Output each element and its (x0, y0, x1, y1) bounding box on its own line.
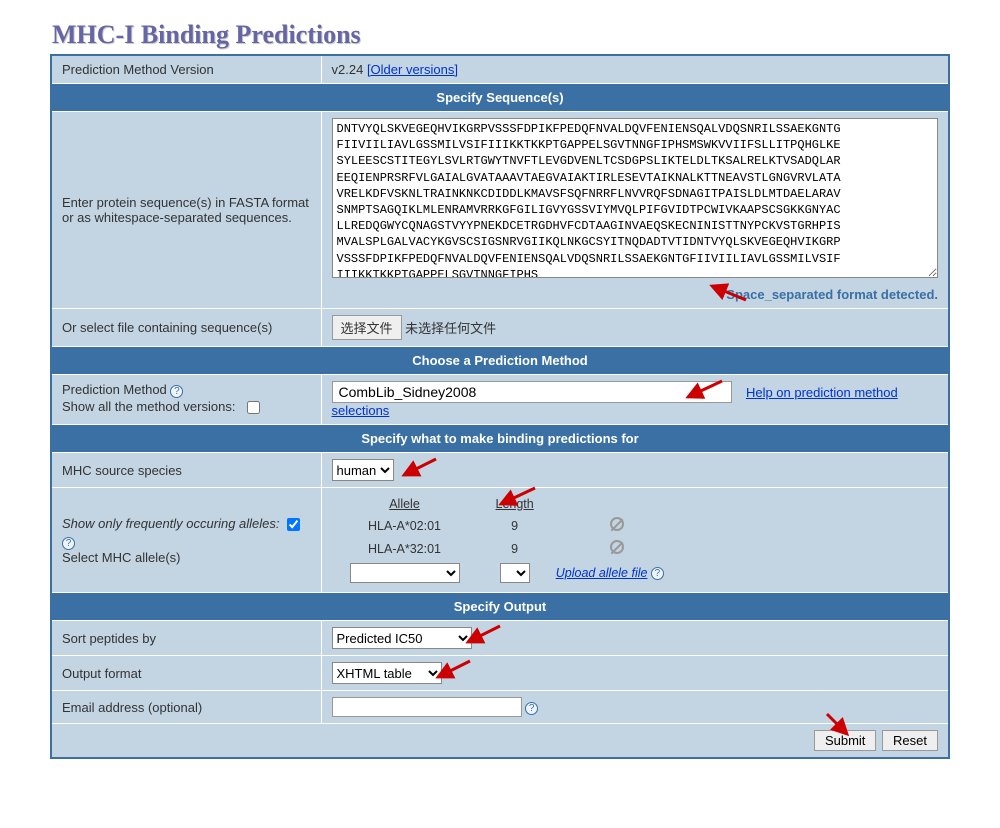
red-arrow-icon (708, 282, 748, 302)
format-row: Output format XHTML table (51, 656, 949, 691)
sequence-textarea[interactable] (332, 118, 939, 278)
section-method: Choose a Prediction Method (51, 347, 949, 375)
remove-icon[interactable] (610, 517, 624, 531)
email-cell: ? (321, 691, 949, 724)
sequence-input-row: Enter protein sequence(s) in FASTA forma… (51, 112, 949, 309)
file-choose-button[interactable]: 选择文件 (332, 315, 402, 340)
show-versions-checkbox[interactable] (247, 401, 260, 414)
page-title: MHC-I Binding Predictions (52, 20, 950, 50)
section-output-label: Specify Output (51, 593, 949, 621)
allele-add-select[interactable] (350, 563, 460, 583)
format-cell: XHTML table (321, 656, 949, 691)
allele-row: Show only frequently occuring alleles: ?… (51, 488, 949, 593)
red-arrow-icon (400, 457, 438, 479)
email-row: Email address (optional) ? (51, 691, 949, 724)
method-label: Prediction Method (62, 382, 167, 397)
buttons-row: Submit Reset (51, 724, 949, 759)
version-value: v2.24 (332, 62, 364, 77)
format-detected-message: Space_separated format detected. (332, 281, 939, 302)
main-form-table: Prediction Method Version v2.24 [Older v… (50, 54, 950, 759)
help-icon[interactable]: ? (651, 567, 664, 580)
section-binding-label: Specify what to make binding predictions… (51, 425, 949, 453)
show-versions-label: Show all the method versions: (62, 398, 235, 413)
section-output: Specify Output (51, 593, 949, 621)
select-allele-label: Select MHC allele(s) (62, 550, 180, 565)
method-row: Prediction Method ? Show all the method … (51, 375, 949, 425)
sequence-label: Enter protein sequence(s) in FASTA forma… (51, 112, 321, 309)
section-sequences: Specify Sequence(s) (51, 84, 949, 112)
file-select-row: Or select file containing sequence(s) 选择… (51, 309, 949, 347)
format-label: Output format (51, 656, 321, 691)
sort-label: Sort peptides by (51, 621, 321, 656)
allele-data-row: HLA-A*32:01 9 (332, 537, 682, 560)
section-method-label: Choose a Prediction Method (51, 347, 949, 375)
section-sequences-label: Specify Sequence(s) (51, 84, 949, 112)
red-arrow-icon (497, 486, 537, 508)
length-cell: 9 (478, 514, 552, 537)
sort-cell: Predicted IC50 (321, 621, 949, 656)
freq-allele-label: Show only frequently occuring alleles: (62, 516, 280, 531)
help-icon[interactable]: ? (62, 537, 75, 550)
reset-button[interactable]: Reset (882, 730, 938, 751)
sort-select[interactable]: Predicted IC50 (332, 627, 472, 649)
section-binding: Specify what to make binding predictions… (51, 425, 949, 453)
method-label-cell: Prediction Method ? Show all the method … (51, 375, 321, 425)
email-input[interactable] (332, 697, 522, 717)
species-select[interactable]: human (332, 459, 394, 481)
email-label: Email address (optional) (51, 691, 321, 724)
file-select-label: Or select file containing sequence(s) (51, 309, 321, 347)
upload-allele-link[interactable]: Upload allele file (556, 566, 648, 580)
method-value-cell: Help on prediction method selections (321, 375, 949, 425)
freq-allele-checkbox[interactable] (287, 518, 300, 531)
sequence-input-cell: Space_separated format detected. (321, 112, 949, 309)
allele-cell: HLA-A*02:01 (332, 514, 478, 537)
allele-cell: HLA-A*32:01 (332, 537, 478, 560)
allele-label-cell: Show only frequently occuring alleles: ?… (51, 488, 321, 593)
older-versions-link[interactable]: [Older versions] (367, 62, 458, 77)
red-arrow-icon (464, 624, 502, 646)
species-row: MHC source species human (51, 453, 949, 488)
help-icon[interactable]: ? (170, 385, 183, 398)
sort-row: Sort peptides by Predicted IC50 (51, 621, 949, 656)
method-input[interactable] (332, 381, 732, 403)
allele-data-row: HLA-A*02:01 9 (332, 514, 682, 537)
species-label: MHC source species (51, 453, 321, 488)
help-icon[interactable]: ? (525, 702, 538, 715)
allele-header[interactable]: Allele (332, 494, 478, 514)
red-arrow-icon (825, 712, 853, 738)
length-cell: 9 (478, 537, 552, 560)
species-cell: human (321, 453, 949, 488)
format-select[interactable]: XHTML table (332, 662, 442, 684)
file-status: 未选择任何文件 (405, 321, 496, 336)
remove-icon[interactable] (610, 540, 624, 554)
version-row: Prediction Method Version v2.24 [Older v… (51, 55, 949, 84)
version-label: Prediction Method Version (51, 55, 321, 84)
allele-value-cell: Allele Length HLA-A*02:01 9 HLA-A*32:01 … (321, 488, 949, 593)
version-value-cell: v2.24 [Older versions] (321, 55, 949, 84)
length-add-select[interactable] (500, 563, 530, 583)
red-arrow-icon (684, 379, 724, 401)
bottom-buttons-cell: Submit Reset (51, 724, 949, 759)
file-select-cell: 选择文件 未选择任何文件 (321, 309, 949, 347)
red-arrow-icon (434, 659, 472, 681)
